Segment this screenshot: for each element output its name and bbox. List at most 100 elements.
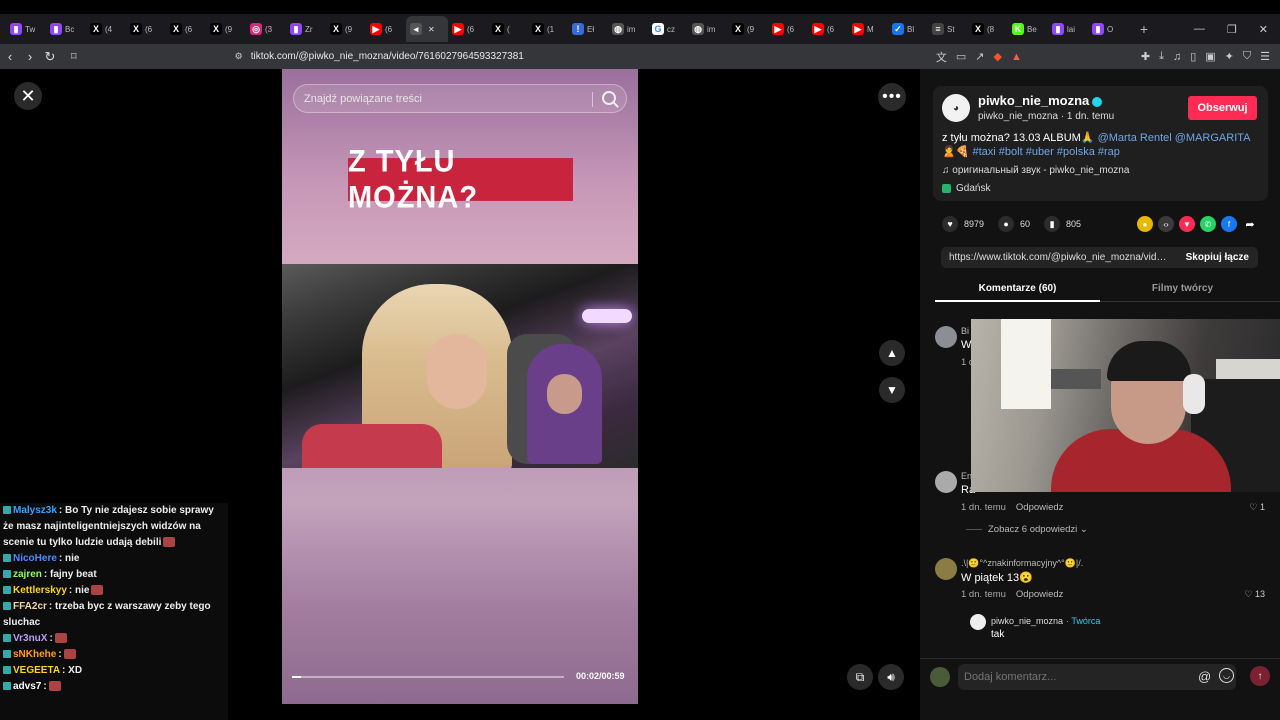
copy-link-button[interactable]: Skopiuj łącze — [1186, 252, 1258, 263]
chat-username[interactable]: Vr3nuX — [13, 633, 47, 644]
chat-username[interactable]: VEGEETA — [13, 665, 60, 676]
rewards-icon[interactable]: ▲ — [1011, 51, 1022, 63]
browser-tab[interactable]: ◍ im — [688, 16, 728, 42]
vpn-icon[interactable]: ⛉ — [1243, 50, 1251, 63]
comment-author[interactable]: Bi — [961, 326, 969, 336]
sound-link[interactable]: ♫ оригинальный звук - piwko_nie_mozna — [942, 165, 1129, 176]
like-button[interactable]: ♥ 8979 — [942, 216, 984, 232]
avatar[interactable] — [935, 558, 957, 580]
previous-video-button[interactable]: ▲ — [879, 340, 905, 366]
avatar[interactable]: ◕ — [942, 94, 970, 122]
menu-icon[interactable]: ☰ — [1260, 50, 1270, 63]
comment-input[interactable] — [958, 664, 1236, 690]
volume-button[interactable]: 🔊︎ — [878, 664, 904, 690]
related-search-input[interactable]: Znajdź powiązane treści — [293, 84, 627, 113]
avatar[interactable] — [970, 614, 986, 630]
comment-author[interactable]: .\|🙂°^znakinformacyjny^°🙂|/. — [961, 558, 1083, 569]
sidebar-icon[interactable]: ▯ — [1190, 50, 1196, 63]
mention-link[interactable]: @Marta Rentel — [1098, 132, 1172, 144]
chat-username[interactable]: Kettlerskyy — [13, 585, 67, 596]
see-replies-button[interactable]: Zobacz 6 odpowiedzi ⌄ — [966, 524, 1088, 535]
coin-icon[interactable]: ● — [1137, 216, 1153, 232]
chat-username[interactable]: zajren — [13, 569, 42, 580]
chat-username[interactable]: FFA2cr — [13, 601, 47, 612]
minimize-icon[interactable]: — — [1194, 23, 1205, 36]
puzzle-icon[interactable]: ✚ — [1141, 50, 1150, 63]
facebook-icon[interactable]: f — [1221, 216, 1237, 232]
browser-tab[interactable]: X (6 — [126, 16, 166, 42]
browser-tab[interactable]: ▶ (6 — [448, 16, 488, 42]
bookmark-icon[interactable]: ⌑ — [71, 50, 77, 63]
browser-tab[interactable]: Gcz — [648, 16, 688, 42]
hashtag-link[interactable]: #bolt — [999, 146, 1023, 158]
follow-button[interactable]: Obserwuj — [1188, 96, 1257, 120]
chat-username[interactable]: sNKhehe — [13, 649, 56, 660]
browser-tab[interactable]: ◂ ✕ — [406, 16, 448, 42]
see-replies-text[interactable]: Zobacz 6 odpowiedzi — [988, 524, 1077, 535]
browser-tab[interactable]: X (4 — [86, 16, 126, 42]
music-icon[interactable]: ♫ — [1173, 51, 1181, 63]
comment-like-button[interactable]: ♡ 13 — [1244, 589, 1265, 600]
creator-name[interactable]: piwko_nie_mozna — [978, 93, 1103, 108]
more-options-button[interactable]: ••• — [878, 83, 906, 111]
share-arrow-icon[interactable]: ➦ — [1242, 216, 1258, 232]
new-tab-icon[interactable]: + — [1134, 21, 1154, 37]
close-tab-icon[interactable]: ✕ — [428, 25, 435, 34]
video-player[interactable]: Znajdź powiązane treści Z TYŁU MOŻNA? 00… — [282, 69, 638, 704]
browser-tab[interactable]: ▮ lai — [1048, 16, 1088, 42]
reply-button[interactable]: Odpowiedz — [1016, 502, 1064, 513]
browser-tab[interactable]: ▶ M — [848, 16, 888, 42]
hashtag-link[interactable]: #rap — [1098, 146, 1120, 158]
mini-player-button[interactable]: ⧉ — [847, 664, 873, 690]
send-icon[interactable]: ▼ — [1179, 216, 1195, 232]
browser-tab[interactable]: ◎ (3 — [246, 16, 286, 42]
search-icon[interactable] — [602, 91, 616, 105]
browser-tab[interactable]: ▶ (6 — [808, 16, 848, 42]
avatar[interactable] — [935, 471, 957, 493]
send-comment-button[interactable]: ↑ — [1250, 666, 1270, 686]
browser-tab[interactable]: X (1 — [528, 16, 568, 42]
tab-comments[interactable]: Komentarze (60) — [935, 278, 1100, 302]
creator-name-text[interactable]: piwko_nie_mozna — [978, 93, 1089, 108]
url-field[interactable]: ⌑ ⚙ tiktok.com/@piwko_nie_mozna/video/76… — [71, 46, 836, 67]
browser-tab[interactable]: X (8 — [968, 16, 1008, 42]
embed-icon[interactable]: ‹› — [1158, 216, 1174, 232]
sound-text[interactable]: оригинальный звук - piwko_nie_mozna — [952, 165, 1129, 176]
browser-tab[interactable]: ▮ Zr — [286, 16, 326, 42]
avatar[interactable] — [935, 326, 957, 348]
translate-icon[interactable]: 文 — [936, 49, 947, 65]
hashtag-link[interactable]: #taxi — [972, 146, 995, 158]
download-icon[interactable]: ⤓ — [1159, 50, 1164, 63]
brave-shield-icon[interactable]: ◆ — [993, 50, 1001, 63]
share-icon[interactable]: ↗ — [975, 50, 984, 63]
reply-author-name[interactable]: piwko_nie_mozna — [991, 616, 1063, 626]
progress-bar[interactable] — [292, 676, 564, 678]
browser-tab[interactable]: ▮ Tw — [6, 16, 46, 42]
browser-tab[interactable]: X (9 — [206, 16, 246, 42]
forward-icon[interactable]: › — [20, 49, 40, 64]
tab-creator-videos[interactable]: Filmy twórcy — [1100, 278, 1265, 302]
location-link[interactable]: Gdańsk — [942, 183, 990, 194]
comment-button[interactable]: ● 60 — [998, 216, 1030, 232]
browser-tab[interactable]: X (9 — [326, 16, 366, 42]
chat-username[interactable]: NicoHere — [13, 553, 57, 564]
reply-button[interactable]: Odpowiedz — [1016, 589, 1064, 600]
browser-tab[interactable]: X( — [488, 16, 528, 42]
hashtag-link[interactable]: #uber — [1026, 146, 1054, 158]
url-text[interactable]: tiktok.com/@piwko_nie_mozna/video/761602… — [251, 51, 524, 62]
browser-tab[interactable]: X (9 — [728, 16, 768, 42]
browser-tab[interactable]: ◍ im — [608, 16, 648, 42]
browser-tab[interactable]: ✓ Bl — [888, 16, 928, 42]
whatsapp-icon[interactable]: ✆ — [1200, 216, 1216, 232]
browser-tab[interactable]: ≡ St — [928, 16, 968, 42]
save-button[interactable]: ▮ 805 — [1044, 216, 1081, 232]
emoji-icon[interactable]: ◡ — [1219, 668, 1234, 683]
browser-tab[interactable]: ▮ O — [1088, 16, 1128, 42]
site-info-icon[interactable]: ⚙ — [235, 51, 243, 62]
cast-icon[interactable]: ▭ — [956, 50, 966, 63]
browser-tab[interactable]: ▶ (6 — [366, 16, 406, 42]
reload-icon[interactable]: ↻ — [40, 49, 60, 65]
ai-icon[interactable]: ✦ — [1225, 50, 1234, 63]
hashtag-link[interactable]: #polska — [1057, 146, 1095, 158]
mention-icon[interactable]: @ — [1198, 669, 1211, 684]
